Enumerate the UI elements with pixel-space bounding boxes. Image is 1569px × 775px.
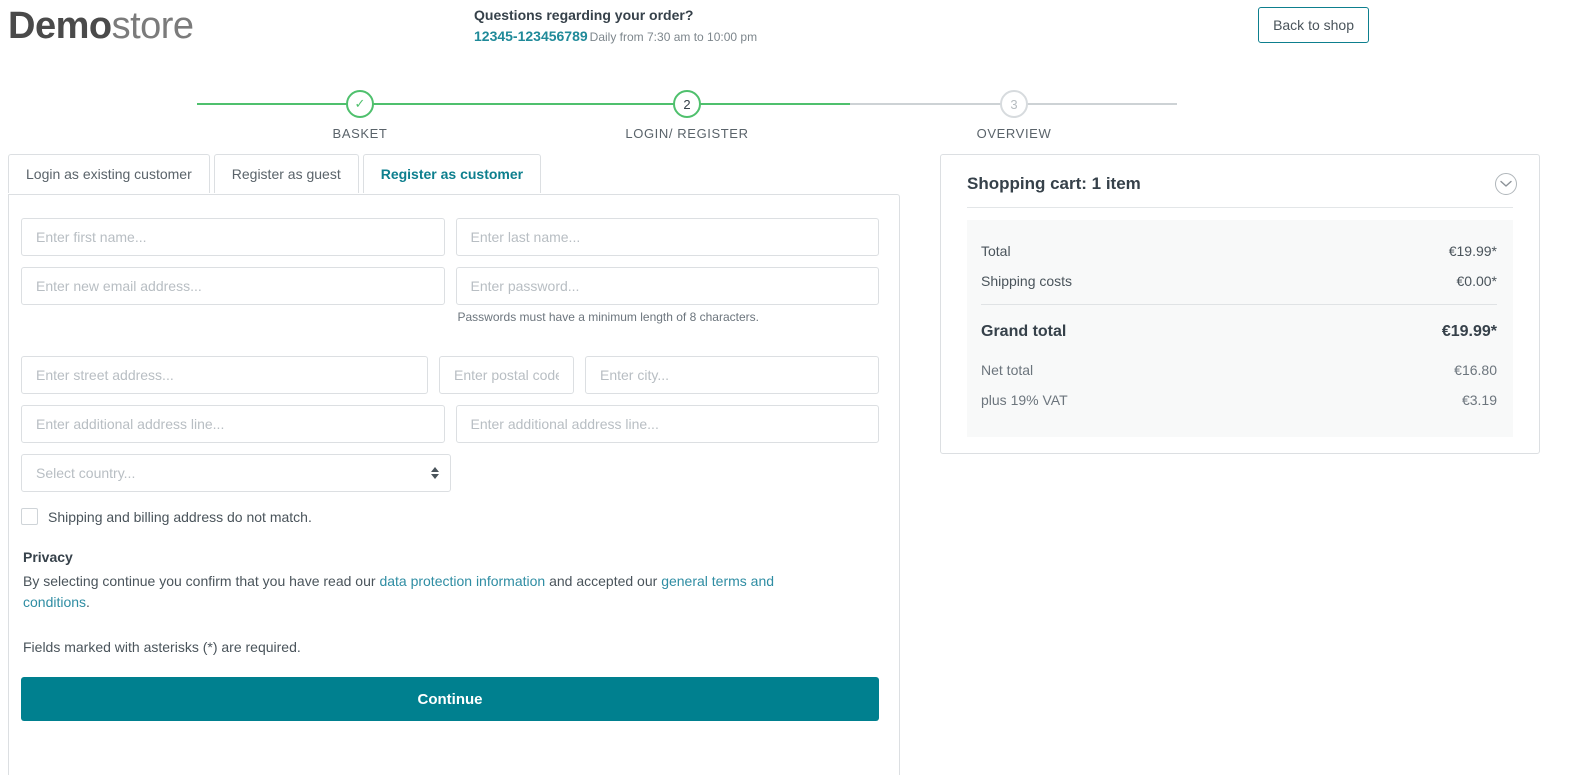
tab-login-existing-customer[interactable]: Login as existing customer — [8, 154, 210, 193]
first-name-input[interactable] — [21, 218, 445, 256]
contact-phone-number[interactable]: 12345-123456789 — [474, 28, 588, 44]
logo-text-primary: Demo — [8, 5, 112, 47]
street-address-input[interactable] — [21, 356, 428, 394]
logo-text-secondary: store — [111, 5, 194, 47]
cart-row-shipping: Shipping costs €0.00* — [967, 266, 1513, 296]
email-wrap — [21, 267, 445, 324]
shopping-cart-panel: Shopping cart: 1 item Total €19.99* Ship… — [940, 154, 1540, 454]
cart-row-net-total: Net total €16.80 — [967, 355, 1513, 385]
additional-address-row — [21, 405, 879, 443]
back-to-shop-button[interactable]: Back to shop — [1258, 7, 1369, 43]
cart-row-vat-value: €3.19 — [1461, 392, 1497, 408]
progress-bar-segment-2 — [360, 103, 850, 105]
city-input[interactable] — [585, 356, 879, 394]
privacy-text-segment-2: and accepted our — [545, 573, 662, 589]
cart-row-net-total-value: €16.80 — [1454, 362, 1497, 378]
first-name-wrap — [21, 218, 445, 256]
cart-title: Shopping cart: 1 item — [967, 174, 1141, 193]
street-wrap — [21, 356, 428, 394]
cart-row-grand-total: Grand total €19.99* — [967, 315, 1513, 349]
contact-details: 12345-123456789 Daily from 7:30 am to 10:… — [474, 28, 757, 45]
contact-opening-hours: Daily from 7:30 am to 10:00 pm — [589, 30, 758, 44]
chevron-down-icon[interactable] — [1495, 173, 1517, 195]
contact-question: Questions regarding your order? — [474, 7, 694, 23]
progress-track: ✓ 2 3 BASKET LOGIN/ REGISTER OVERVIEW — [0, 84, 1569, 154]
step-marker-login-register: 2 — [683, 96, 691, 112]
privacy-text: By selecting continue you confirm that y… — [23, 571, 843, 613]
contact-info: Questions regarding your order? 12345-12… — [474, 6, 757, 45]
cart-summary: Total €19.99* Shipping costs €0.00* Gran… — [967, 220, 1513, 437]
last-name-wrap — [455, 218, 879, 256]
tab-register-as-guest[interactable]: Register as guest — [213, 154, 359, 193]
password-help-text: Passwords must have a minimum length of … — [457, 310, 759, 324]
cart-row-total-value: €19.99* — [1448, 243, 1497, 259]
additional-address-line-1-input[interactable] — [21, 405, 445, 443]
email-input[interactable] — [21, 267, 445, 305]
street-row — [21, 356, 879, 394]
cart-row-net-total-label: Net total — [981, 362, 1034, 378]
continue-button[interactable]: Continue — [21, 677, 879, 721]
city-wrap — [585, 356, 879, 394]
required-fields-note: Fields marked with asterisks (*) are req… — [23, 639, 301, 655]
cart-row-total: Total €19.99* — [967, 236, 1513, 266]
progress-bar-segment-1 — [197, 103, 360, 105]
cart-header: Shopping cart: 1 item — [941, 155, 1539, 207]
privacy-heading: Privacy — [23, 549, 73, 565]
step-marker-basket: ✓ — [354, 96, 366, 111]
address-mismatch-row: Shipping and billing address do not matc… — [21, 508, 879, 525]
tab-register-as-customer[interactable]: Register as customer — [362, 154, 542, 193]
cart-summary-divider — [981, 304, 1497, 305]
credentials-row: Passwords must have a minimum length of … — [21, 267, 879, 324]
postal-code-wrap — [439, 356, 574, 394]
password-input[interactable] — [455, 267, 879, 305]
additional-line-2-wrap — [455, 405, 879, 443]
last-name-input[interactable] — [455, 218, 879, 256]
postal-code-input[interactable] — [439, 356, 574, 394]
step-node-basket[interactable]: ✓ — [346, 90, 374, 118]
cart-row-vat: plus 19% VAT €3.19 — [967, 385, 1513, 415]
address-mismatch-label: Shipping and billing address do not matc… — [48, 508, 312, 525]
additional-line-1-wrap — [21, 405, 445, 443]
additional-address-line-2-input[interactable] — [455, 405, 879, 443]
step-node-login-register[interactable]: 2 — [673, 90, 701, 118]
site-logo[interactable]: Demostore — [8, 2, 194, 50]
privacy-text-segment-3: . — [86, 594, 90, 610]
step-marker-overview: 3 — [1010, 96, 1018, 112]
registration-tabs: Login as existing customer Register as g… — [8, 154, 545, 193]
address-mismatch-checkbox[interactable] — [21, 508, 38, 525]
cart-header-divider — [967, 207, 1513, 208]
checkout-progress: ✓ 2 3 BASKET LOGIN/ REGISTER OVERVIEW — [0, 84, 1569, 154]
cart-row-total-label: Total — [981, 243, 1011, 259]
cart-row-vat-label: plus 19% VAT — [981, 392, 1068, 408]
country-row: Select country... — [21, 454, 879, 492]
cart-row-grand-total-label: Grand total — [981, 323, 1067, 340]
cart-row-grand-total-value: €19.99* — [1441, 323, 1497, 340]
cart-row-shipping-value: €0.00* — [1456, 273, 1497, 289]
password-wrap: Passwords must have a minimum length of … — [455, 267, 879, 324]
registration-form-panel: Passwords must have a minimum length of … — [8, 194, 900, 775]
country-select-wrap: Select country... — [21, 454, 451, 492]
step-label-basket: BASKET — [332, 126, 388, 141]
country-select[interactable]: Select country... — [21, 454, 451, 492]
step-node-overview[interactable]: 3 — [1000, 90, 1028, 118]
step-label-overview: OVERVIEW — [976, 126, 1052, 141]
cart-row-shipping-label: Shipping costs — [981, 273, 1073, 289]
page-header: Demostore Questions regarding your order… — [0, 0, 1569, 62]
privacy-text-segment-1: By selecting continue you confirm that y… — [23, 573, 380, 589]
step-label-login-register: LOGIN/ REGISTER — [625, 126, 749, 141]
data-protection-information-link[interactable]: data protection information — [379, 573, 545, 589]
name-row — [21, 218, 879, 256]
